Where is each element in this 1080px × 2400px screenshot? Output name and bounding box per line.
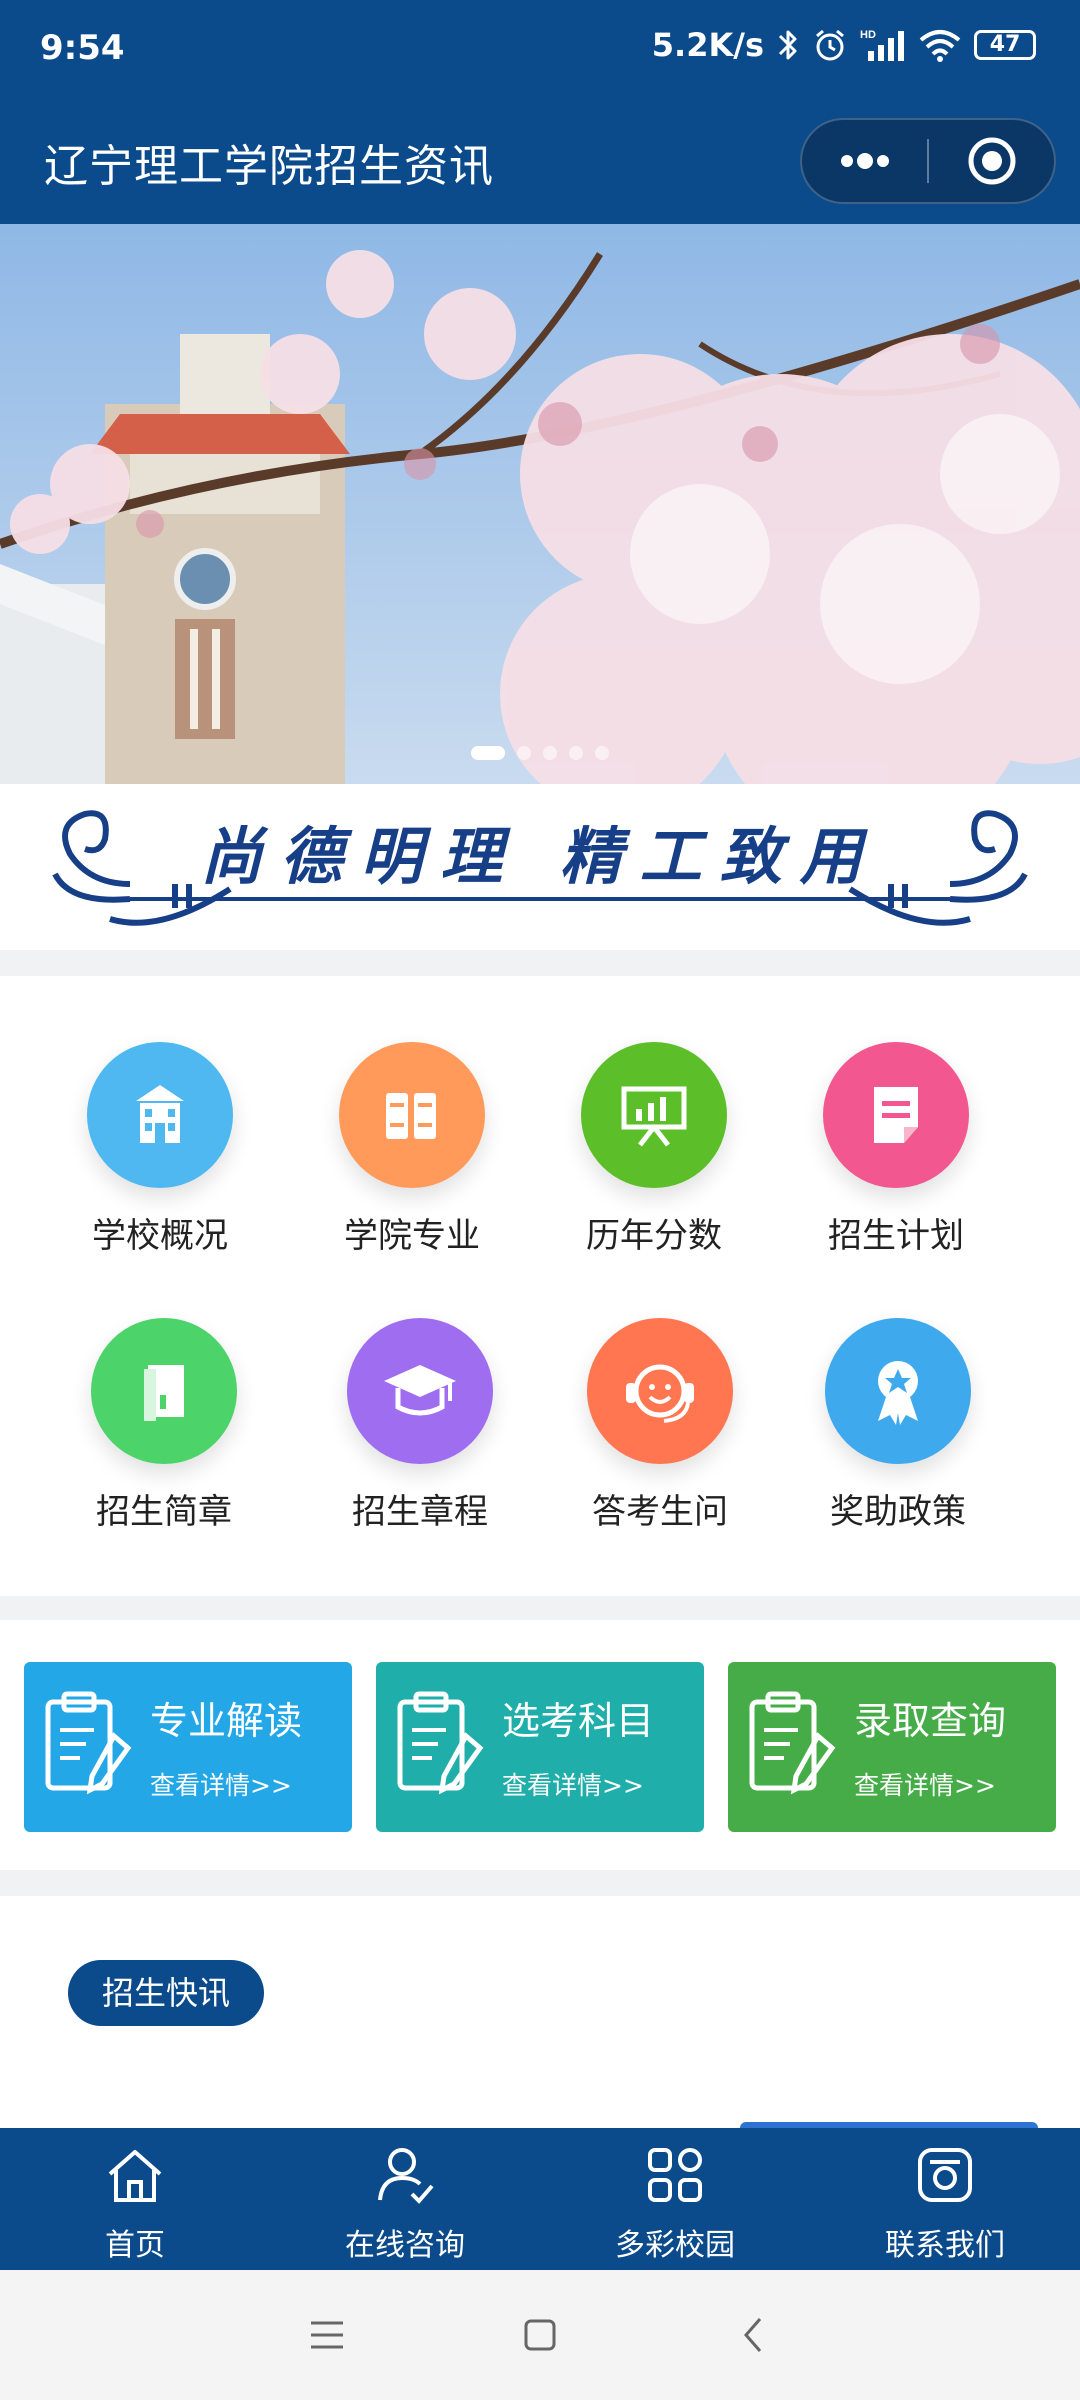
home-icon	[104, 2144, 166, 2210]
menu-icon[interactable]	[287, 2295, 367, 2375]
tab-label: 多彩校园	[615, 2228, 735, 2263]
home-square-icon[interactable]	[500, 2295, 580, 2375]
hd-label: HD	[860, 29, 876, 41]
document-icon	[823, 1042, 969, 1188]
grid-item-financial-aid[interactable]: 奖助政策	[778, 1318, 1018, 1533]
contact-icon	[914, 2144, 976, 2210]
grid-item-past-scores[interactable]: 历年分数	[534, 1042, 774, 1257]
grid-item-college-majors[interactable]: 学院专业	[292, 1042, 532, 1257]
tab-colorful-campus[interactable]: 多彩校园	[540, 2128, 810, 2270]
grid-item-brochure[interactable]: 招生简章	[44, 1318, 284, 1533]
bluetooth-icon	[776, 27, 800, 63]
card-title: 录取查询	[854, 1699, 1007, 1743]
clipboard-pen-icon	[746, 1690, 838, 1802]
back-icon[interactable]	[713, 2295, 793, 2375]
clipboard-pen-icon	[394, 1690, 486, 1802]
card-exam-subjects[interactable]: 选考科目 查看详情>>	[376, 1662, 704, 1832]
carousel-dots	[0, 746, 1080, 760]
news-tag[interactable]: 招生快讯	[68, 1960, 265, 2026]
school-motto: 尚德明理 精工致用	[200, 820, 880, 893]
grid-apps-icon	[644, 2144, 706, 2210]
carousel-dot[interactable]	[569, 746, 583, 760]
card-major-interpretation[interactable]: 专业解读 查看详情>>	[24, 1662, 352, 1832]
card-subtitle: 查看详情>>	[502, 1771, 644, 1800]
grid-item-label: 学院专业	[344, 1216, 480, 1256]
customer-service-icon	[587, 1318, 733, 1464]
tab-home[interactable]: 首页	[0, 2128, 270, 2270]
card-admission-query[interactable]: 录取查询 查看详情>>	[728, 1662, 1056, 1832]
card-subtitle: 查看详情>>	[150, 1771, 292, 1800]
card-title: 选考科目	[502, 1699, 655, 1743]
presentation-board-icon	[581, 1042, 727, 1188]
news-section: 招生快讯	[0, 1896, 1080, 2132]
award-ribbon-icon	[825, 1318, 971, 1464]
grid-item-admission-charter[interactable]: 招生章程	[300, 1318, 540, 1533]
carousel-dot[interactable]	[595, 746, 609, 760]
wifi-icon	[918, 27, 962, 63]
carousel-dot[interactable]	[471, 746, 505, 760]
books-icon	[339, 1042, 485, 1188]
grid-item-label: 招生简章	[96, 1492, 232, 1532]
tab-label: 在线咨询	[345, 2228, 465, 2263]
alarm-icon	[812, 27, 848, 63]
bottom-tab-bar: 首页 在线咨询 多彩校园 联系我们	[0, 2128, 1080, 2270]
tab-online-consult[interactable]: 在线咨询	[270, 2128, 540, 2270]
target-circle-icon[interactable]	[929, 120, 1054, 202]
grid-item-label: 历年分数	[586, 1216, 722, 1256]
motto-banner: 尚德明理 精工致用	[0, 784, 1080, 950]
banner-image	[0, 224, 1080, 784]
status-icons: 5.2K/s HD 47	[652, 26, 1036, 64]
grid-item-label: 招生计划	[828, 1216, 964, 1256]
status-time: 9:54	[40, 28, 125, 68]
graduation-cap-icon	[347, 1318, 493, 1464]
section-divider	[0, 1596, 1080, 1620]
school-building-icon	[87, 1042, 233, 1188]
top-bar: 9:54 5.2K/s HD 47 辽宁理工学院招生资讯	[0, 0, 1080, 224]
signal-icon: HD	[860, 27, 906, 63]
grid-item-enrollment-plan[interactable]: 招生计划	[776, 1042, 1016, 1257]
grid-item-label: 学校概况	[92, 1216, 228, 1256]
battery-icon: 47	[974, 30, 1036, 60]
carousel-dot[interactable]	[517, 746, 531, 760]
grid-item-label: 奖助政策	[830, 1492, 966, 1532]
clipboard-pen-icon	[42, 1690, 134, 1802]
tab-label: 联系我们	[885, 2228, 1005, 2263]
feature-cards: 专业解读 查看详情>> 选考科目 查看详情>> 录取查询 查看详情>>	[0, 1620, 1080, 1870]
card-subtitle: 查看详情>>	[854, 1771, 996, 1800]
system-navigation-bar	[0, 2270, 1080, 2400]
grid-item-qa[interactable]: 答考生问	[540, 1318, 780, 1533]
app-page: 9:54 5.2K/s HD 47 辽宁理工学院招生资讯 尚德明理 精工致用 学…	[0, 0, 1080, 2400]
grid-item-school-overview[interactable]: 学校概况	[40, 1042, 280, 1257]
page-title: 辽宁理工学院招生资讯	[44, 141, 494, 192]
section-divider	[0, 950, 1080, 976]
section-divider	[0, 1870, 1080, 1896]
grid-item-label: 答考生问	[592, 1492, 728, 1532]
grid-item-label: 招生章程	[352, 1492, 488, 1532]
tab-label: 首页	[105, 2228, 165, 2263]
quick-menu-grid: 学校概况 学院专业 历年分数 招生计划 招生简章 招生章程 答考生问 奖助政策	[0, 976, 1080, 1596]
net-speed: 5.2K/s	[651, 26, 764, 64]
mini-program-capsule	[800, 118, 1056, 204]
user-check-icon	[374, 2144, 436, 2210]
banner-carousel[interactable]	[0, 224, 1080, 784]
more-dots-icon[interactable]	[802, 120, 927, 202]
card-title: 专业解读	[150, 1699, 303, 1743]
carousel-dot[interactable]	[543, 746, 557, 760]
brochure-icon	[91, 1318, 237, 1464]
tab-contact-us[interactable]: 联系我们	[810, 2128, 1080, 2270]
